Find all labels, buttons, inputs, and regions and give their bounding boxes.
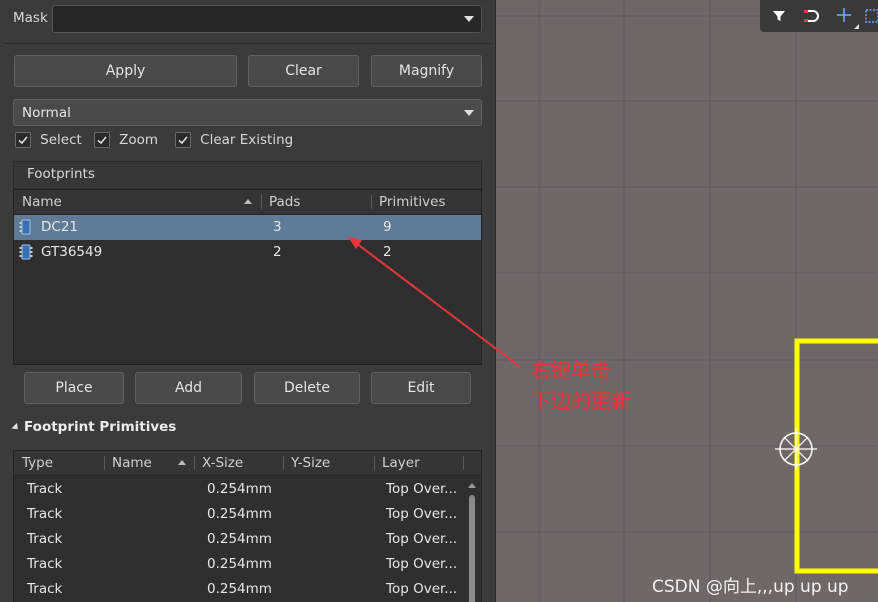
annotation-arrow xyxy=(348,237,520,367)
watermark-text: CSDN @向上,,,up up up xyxy=(652,577,849,597)
annotation-text-line2: 下边的更新 xyxy=(531,389,631,413)
annotation-text-line1: 右键单击 xyxy=(531,358,611,382)
